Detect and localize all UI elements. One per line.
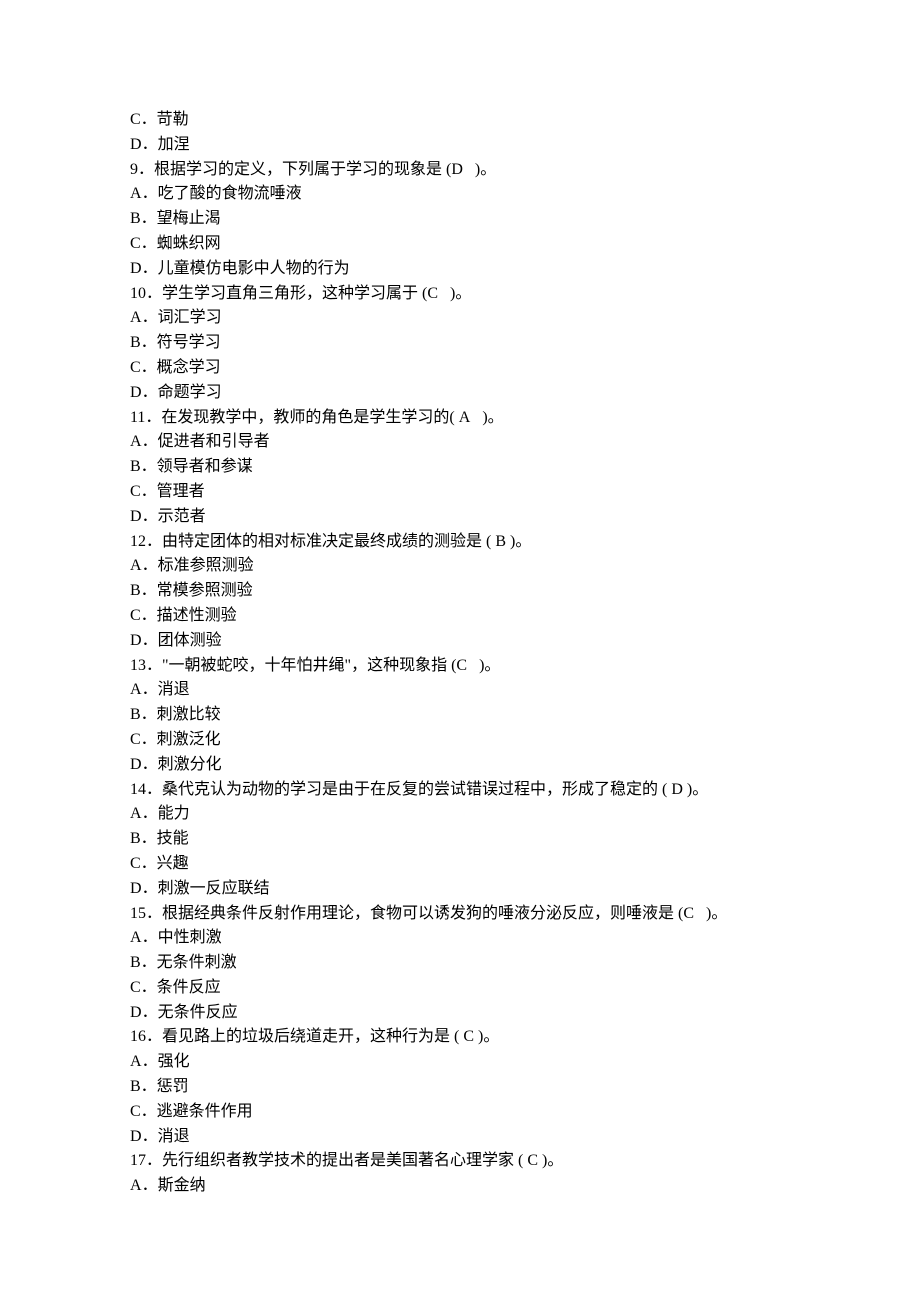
text-line: 13．"一朝被蛇咬，十年怕井绳"，这种现象指 (C )。: [130, 654, 790, 679]
text-line: B．惩罚: [130, 1075, 790, 1100]
text-line: A．词汇学习: [130, 306, 790, 331]
text-line: 11．在发现教学中，教师的角色是学生学习的( A )。: [130, 406, 790, 431]
text-line: C．苛勒: [130, 108, 790, 133]
text-line: D．刺激一反应联结: [130, 877, 790, 902]
text-line: C．逃避条件作用: [130, 1100, 790, 1125]
text-line: A．斯金纳: [130, 1174, 790, 1199]
text-line: B．望梅止渴: [130, 207, 790, 232]
text-line: 12．由特定团体的相对标准决定最终成绩的测验是 ( B )。: [130, 530, 790, 555]
text-line: C．描述性测验: [130, 604, 790, 629]
text-line: C．概念学习: [130, 356, 790, 381]
text-line: D．命题学习: [130, 381, 790, 406]
text-line: B．技能: [130, 827, 790, 852]
text-line: D．无条件反应: [130, 1001, 790, 1026]
text-line: C．蜘蛛织网: [130, 232, 790, 257]
text-line: D．消退: [130, 1125, 790, 1150]
text-line: 15．根据经典条件反射作用理论，食物可以诱发狗的唾液分泌反应，则唾液是 (C )…: [130, 902, 790, 927]
text-line: B．符号学习: [130, 331, 790, 356]
text-line: B．常模参照测验: [130, 579, 790, 604]
text-line: 17．先行组织者教学技术的提出者是美国著名心理学家 ( C )。: [130, 1149, 790, 1174]
text-line: A．标准参照测验: [130, 554, 790, 579]
text-line: A．中性刺激: [130, 926, 790, 951]
text-line: C．刺激泛化: [130, 728, 790, 753]
text-line: C．兴趣: [130, 852, 790, 877]
text-line: D．示范者: [130, 505, 790, 530]
text-line: D．刺激分化: [130, 753, 790, 778]
text-line: A．消退: [130, 678, 790, 703]
text-line: C．条件反应: [130, 976, 790, 1001]
text-line: D．儿童模仿电影中人物的行为: [130, 257, 790, 282]
text-line: 16．看见路上的垃圾后绕道走开，这种行为是 ( C )。: [130, 1025, 790, 1050]
text-line: 10．学生学习直角三角形，这种学习属于 (C )。: [130, 282, 790, 307]
text-line: B．刺激比较: [130, 703, 790, 728]
text-line: A．吃了酸的食物流唾液: [130, 182, 790, 207]
text-line: A．能力: [130, 802, 790, 827]
text-line: B．无条件刺激: [130, 951, 790, 976]
text-line: C．管理者: [130, 480, 790, 505]
text-line: A．促进者和引导者: [130, 430, 790, 455]
text-line: 9．根据学习的定义，下列属于学习的现象是 (D )。: [130, 158, 790, 183]
text-line: 14．桑代克认为动物的学习是由于在反复的尝试错误过程中，形成了稳定的 ( D )…: [130, 778, 790, 803]
text-line: D．加涅: [130, 133, 790, 158]
text-line: A．强化: [130, 1050, 790, 1075]
text-line: D．团体测验: [130, 629, 790, 654]
text-line: B．领导者和参谋: [130, 455, 790, 480]
document-page: C．苛勒 D．加涅 9．根据学习的定义，下列属于学习的现象是 (D )。 A．吃…: [0, 0, 920, 1302]
